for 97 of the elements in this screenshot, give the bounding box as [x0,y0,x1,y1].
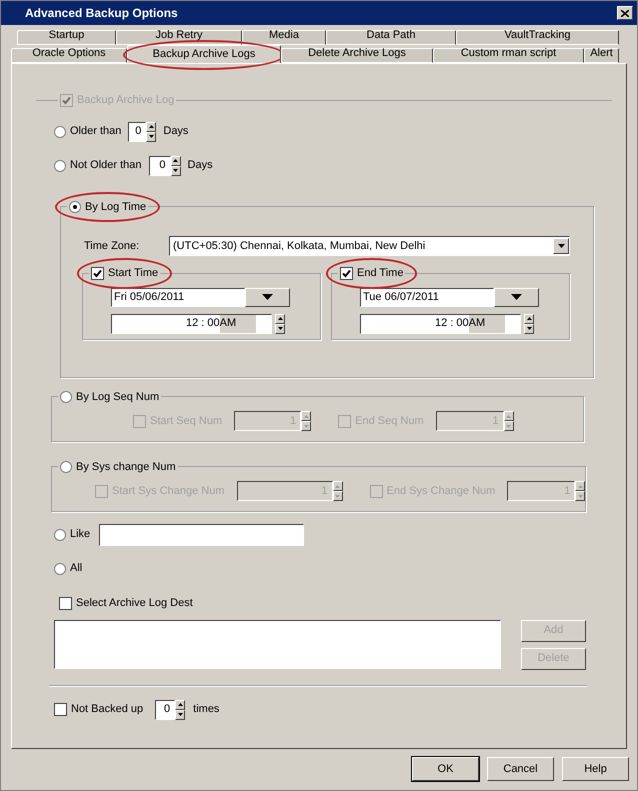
close-icon [621,10,629,16]
dropdown-arrow-icon [262,294,273,300]
radio-button[interactable] [60,390,72,403]
number-field[interactable]: 0 [148,156,171,176]
down-arrow-icon [173,169,178,172]
down-arrow-icon [335,494,340,498]
tab[interactable]: Data Path [326,30,456,45]
spin-down-button[interactable] [524,324,534,334]
up-arrow-icon [278,317,282,320]
spin-up-button[interactable] [332,481,342,491]
up-arrow-icon [506,414,512,418]
time-field[interactable]: 12 : 00AM [111,314,272,334]
date-picker-button[interactable] [245,288,290,306]
down-arrow-icon [148,135,154,138]
spin-down-button[interactable] [275,324,285,334]
tab[interactable]: Backup Archive Logs [127,45,281,63]
dropdown-arrow-icon [511,294,522,300]
number-field[interactable]: 0 [128,122,146,142]
radio-button[interactable] [60,460,72,473]
option-label: Days [188,158,213,174]
radio-button[interactable] [54,528,66,540]
date-picker-button[interactable] [494,288,539,306]
radio-button[interactable] [54,126,66,138]
field-label: Time Zone: [84,238,140,254]
time-field[interactable]: 12 : 00AM [360,314,521,334]
up-arrow-icon [304,414,309,418]
checkmark-icon [93,268,102,278]
close-button[interactable] [617,6,633,20]
date-field[interactable]: Fri 05/06/2011 [111,288,245,306]
period-value: AM [468,314,505,332]
down-arrow-icon [506,424,512,428]
spin-up-button[interactable] [504,411,514,421]
spin-up-button[interactable] [301,411,312,421]
option-label: All [70,561,82,576]
spin-up-button[interactable] [524,314,534,324]
up-arrow-icon [173,159,178,162]
time-value: 12 : 00 [435,316,469,332]
spin-up-button[interactable] [175,700,186,710]
option-label: times [193,702,220,718]
spin-down-button[interactable] [301,421,312,431]
tab[interactable]: Oracle Options [11,48,127,63]
option-label: Not Older than [70,158,142,174]
spin-down-button[interactable] [332,491,342,501]
spin-down-button[interactable] [504,421,514,431]
radio-button[interactable] [54,562,66,574]
option-label: Days [163,124,188,140]
option-label: Older than [70,124,122,140]
option-label: By Log Time [85,200,146,214]
spin-down-button[interactable] [175,710,186,720]
up-arrow-icon [578,484,583,488]
date-field[interactable]: Tue 06/07/2011 [360,288,494,306]
spin-up-button[interactable] [575,481,586,491]
like-input-field[interactable] [99,524,304,546]
option-label: End Time [357,266,404,281]
option-label: Start Time [108,266,158,281]
down-arrow-icon [178,713,183,716]
tab[interactable]: Alert [584,48,619,63]
spin-up-button[interactable] [170,156,181,166]
radio-button[interactable] [54,160,66,172]
dialog-button[interactable]: OK [412,757,479,781]
down-arrow-icon [578,494,583,498]
spin-up-button[interactable] [275,314,285,324]
spin-down-button[interactable] [575,491,586,501]
option-label: Like [70,527,90,542]
up-arrow-icon [178,703,183,706]
checkbox[interactable] [91,266,104,280]
destination-list[interactable] [54,620,501,668]
window-title: Advanced Backup Options [25,5,178,22]
tab[interactable]: Media [242,30,326,45]
checkmark-icon [62,96,71,105]
radio-button[interactable] [69,200,81,213]
up-arrow-icon [148,125,154,128]
checkbox[interactable] [54,703,67,716]
spin-down-button[interactable] [146,132,156,142]
option-label: By Log Seq Num [76,390,160,404]
tab[interactable]: VaultTracking [456,30,619,45]
tab[interactable]: Job Retry [116,30,242,45]
number-field[interactable]: 0 [155,700,176,720]
dialog-button[interactable]: Cancel [487,757,554,781]
down-arrow-icon [278,327,282,330]
option-label: Not Backed up [71,702,144,718]
up-arrow-icon [335,484,340,488]
checkbox[interactable] [340,266,353,280]
up-arrow-icon [526,317,532,320]
spin-up-button[interactable] [146,122,156,132]
tab[interactable]: Delete Archive Logs [281,48,433,63]
option-label: Select Archive Log Dest [76,596,193,612]
down-arrow-icon [304,424,309,428]
time-zone-dropdown[interactable]: (UTC+05:30) Chennai, Kolkata, Mumbai, New Delhi [169,236,570,256]
time-value: 12 : 00 [186,316,220,332]
checkmark-icon [342,268,351,278]
checkbox[interactable] [59,597,72,610]
dialog-button[interactable]: Help [562,757,629,781]
down-arrow-icon [526,327,532,330]
period-value: AM [220,314,256,332]
tab[interactable]: Custom rman script [433,48,584,63]
option-label: By Sys change Num [76,460,176,474]
